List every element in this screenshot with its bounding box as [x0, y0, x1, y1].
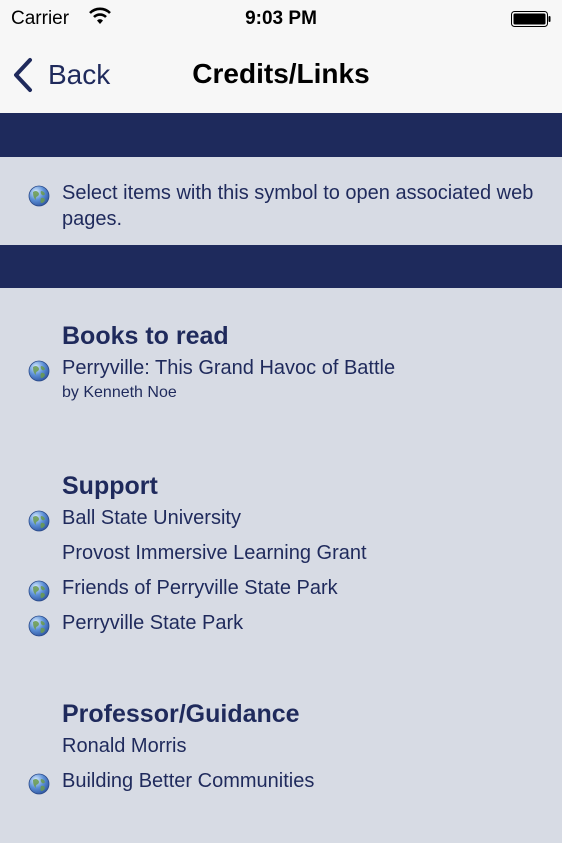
- link-building-communities[interactable]: Building Better Communities: [62, 770, 314, 793]
- heading-support: Support: [62, 472, 158, 500]
- status-time: 9:03 PM: [245, 8, 317, 29]
- globe-icon: [28, 580, 50, 602]
- link-book-title[interactable]: Perryville: This Grand Havoc of Battle: [62, 357, 395, 380]
- heading-professor: Professor/Guidance: [62, 700, 300, 728]
- navigation-bar: Back Credits/Links: [0, 40, 562, 114]
- battery-icon: [511, 11, 551, 27]
- page-title: Credits/Links: [192, 58, 370, 89]
- info-text: Select items with this symbol to open as…: [62, 182, 534, 230]
- globe-icon: [28, 773, 50, 795]
- support-item-grant: Provost Immersive Learning Grant: [62, 542, 367, 564]
- link-perryville-park[interactable]: Perryville State Park: [62, 612, 243, 635]
- globe-icon: [28, 510, 50, 532]
- book-author: by Kenneth Noe: [62, 384, 177, 401]
- link-ball-state[interactable]: Ball State University: [62, 507, 241, 530]
- globe-icon: [28, 360, 50, 382]
- globe-icon: [28, 615, 50, 637]
- section-divider: [0, 113, 562, 157]
- professor-name: Ronald Morris: [62, 735, 187, 757]
- link-friends-perryville[interactable]: Friends of Perryville State Park: [62, 577, 338, 600]
- globe-icon: [28, 185, 50, 207]
- heading-books: Books to read: [62, 322, 229, 350]
- section-divider: [0, 245, 562, 288]
- status-bar: Carrier 9:03 PM: [0, 0, 562, 40]
